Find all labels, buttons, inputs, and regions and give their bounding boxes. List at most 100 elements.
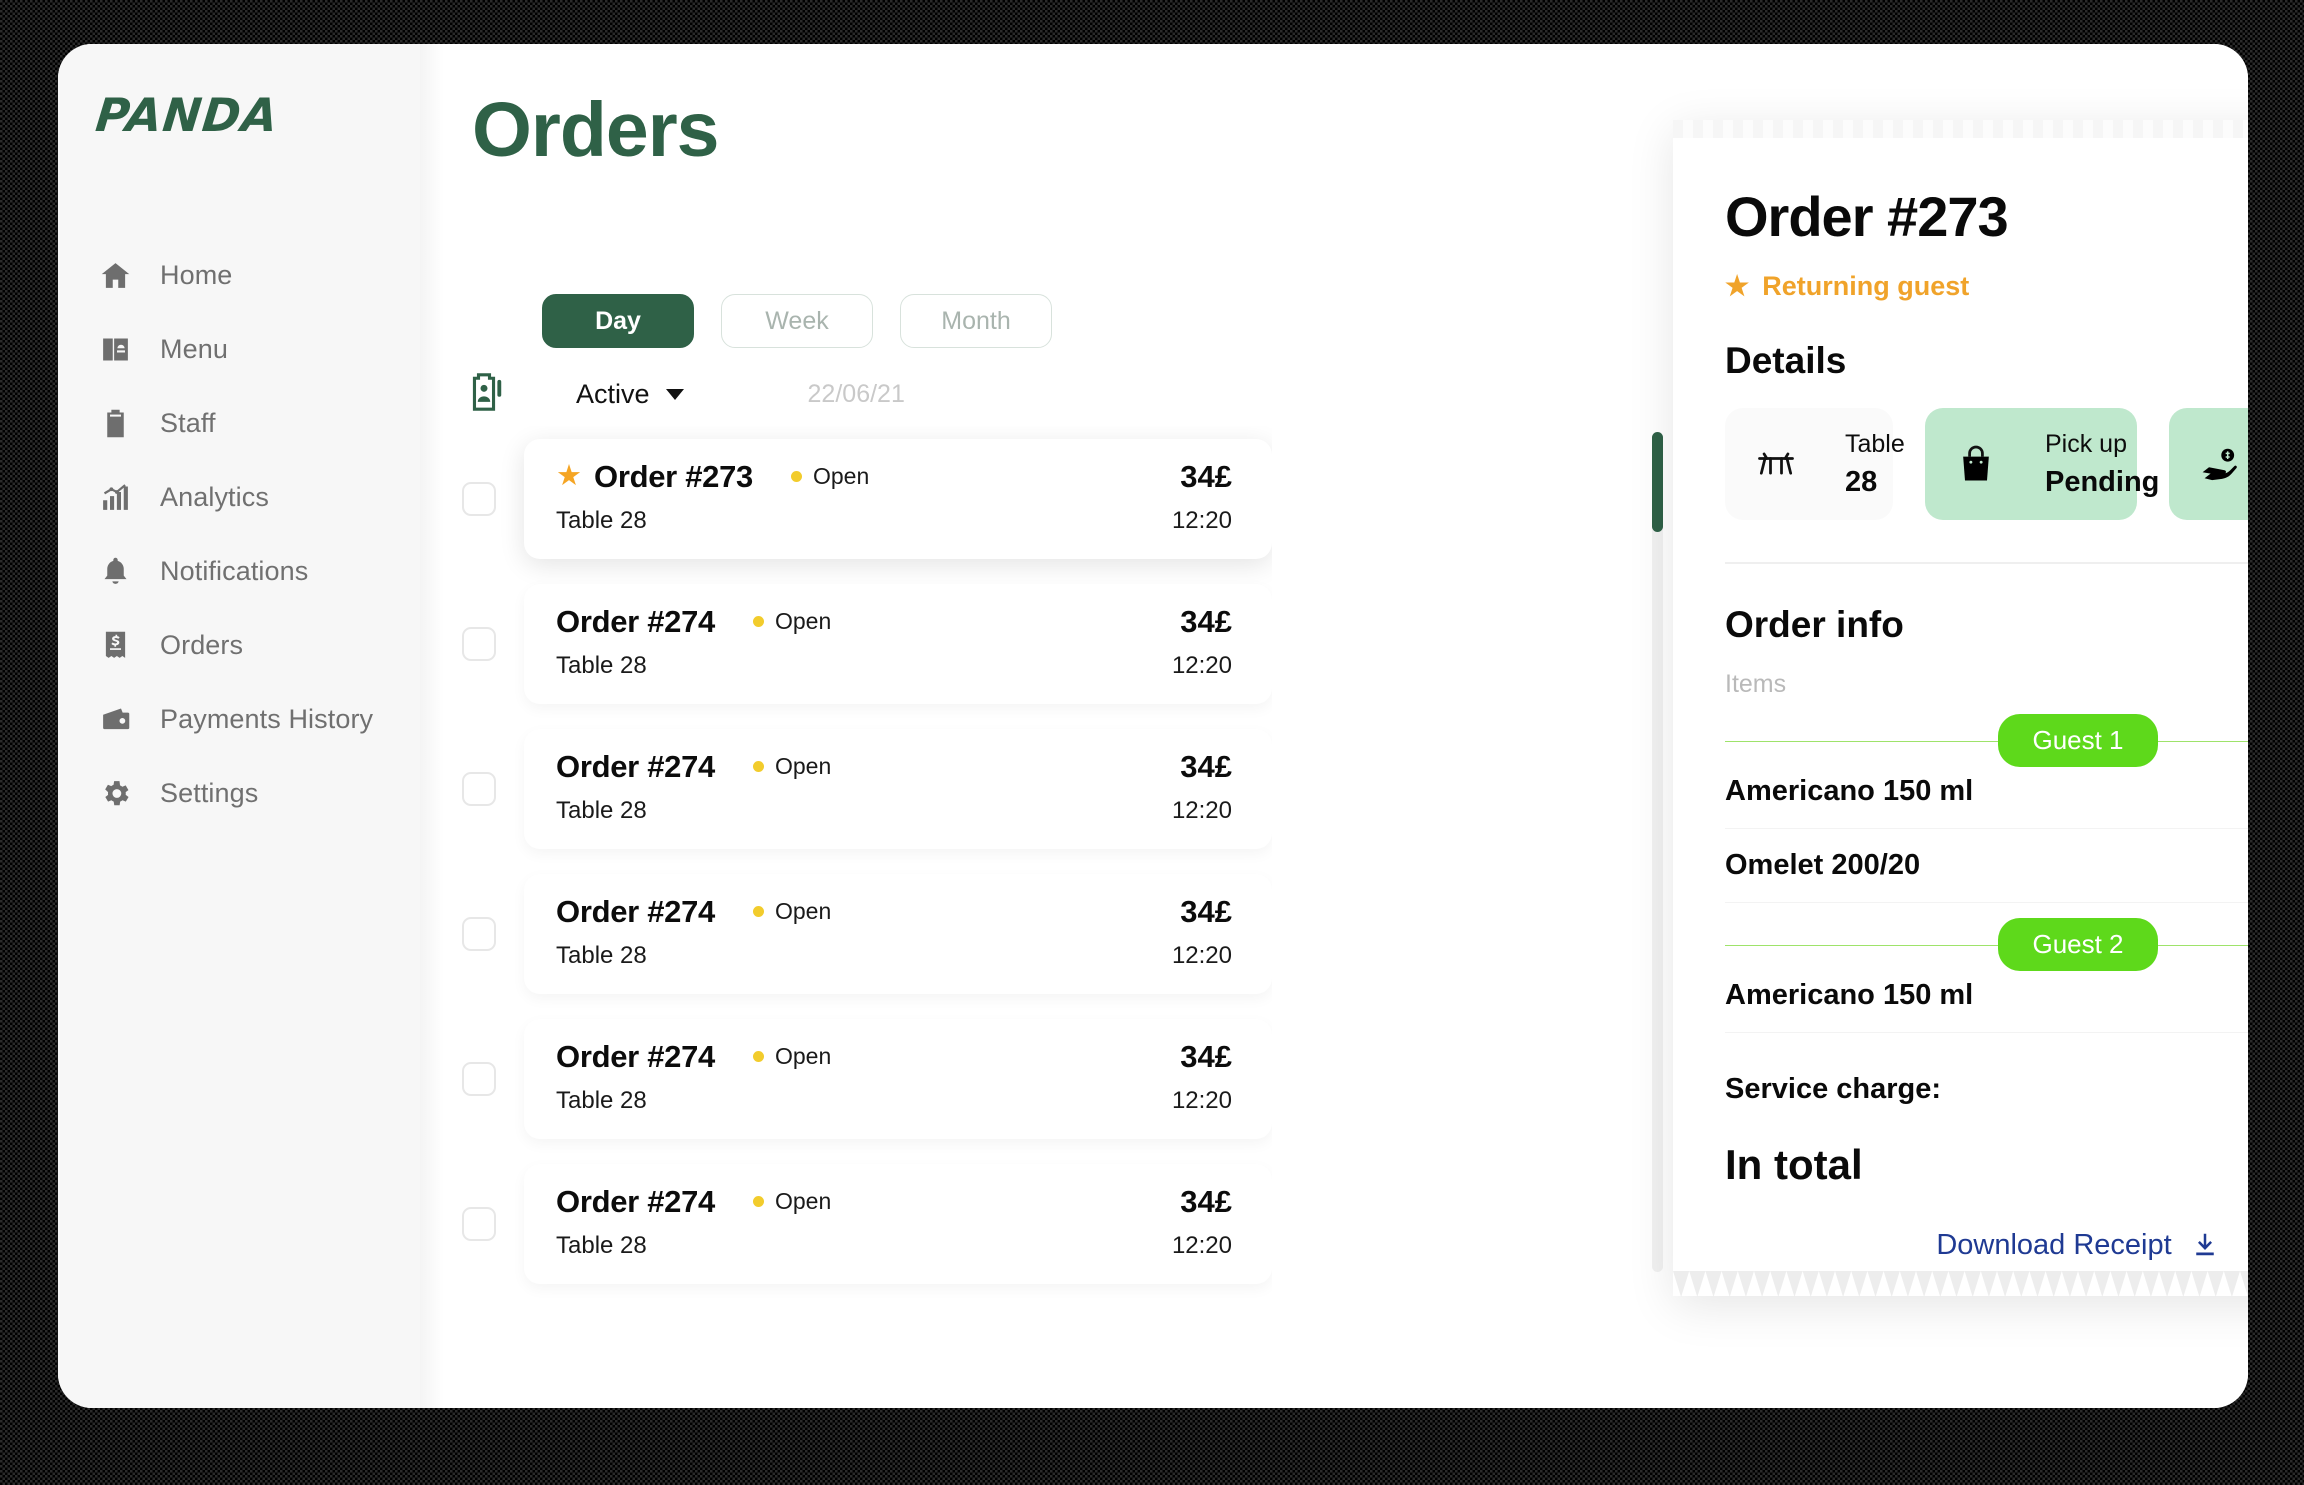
chip-pickup[interactable]: Pick up Pending	[1925, 408, 2159, 520]
order-row[interactable]: ★ Order #273 Open 34£ Table 28 12:20	[462, 426, 1272, 571]
order-status: Open	[753, 1188, 831, 1215]
tab-week[interactable]: Week	[721, 294, 873, 348]
sidebar-item-settings[interactable]: Settings	[58, 756, 420, 830]
tab-day[interactable]: Day	[542, 294, 694, 348]
sidebar-item-payments-history[interactable]: Payments History	[58, 682, 420, 756]
order-amount: 34£	[1180, 603, 1232, 639]
order-id: Order #274	[556, 893, 715, 929]
returning-guest-label: Returning guest	[1762, 271, 1970, 301]
guest-separator-line	[1725, 740, 2248, 742]
order-card[interactable]: Order #274 Open 34£ Table 28 12:20	[524, 583, 1272, 704]
bag-icon	[1951, 439, 2001, 489]
chip-value: Pending	[2045, 465, 2160, 498]
filter-date: 22/06/21	[807, 379, 905, 408]
sidebar-item-staff[interactable]: Staff	[58, 386, 420, 460]
order-item-name: Omelet 200/20	[1725, 848, 1921, 881]
order-info-title: Order info	[1725, 603, 1904, 645]
order-item-row: Americano 150 ml2£	[1725, 755, 2248, 829]
service-charge-label: Service charge:	[1725, 1073, 1942, 1105]
chip-payment[interactable]: Payment Pending	[2169, 408, 2248, 520]
order-id: Order #274	[556, 1183, 715, 1219]
order-row[interactable]: Order #274 Open 34£ Table 28 12:20	[462, 716, 1272, 861]
service-charge-row: Service charge: 12£	[1725, 1053, 2248, 1127]
chip-key: Table	[1845, 429, 1905, 458]
order-status: Open	[753, 608, 831, 635]
details-title: Details	[1725, 340, 1847, 381]
items-table-header: Items Price	[1725, 670, 2248, 699]
order-status-label: Open	[775, 608, 832, 634]
order-card[interactable]: ★ Order #273 Open 34£ Table 28 12:20	[524, 438, 1272, 559]
sidebar-item-label: Staff	[160, 407, 216, 438]
order-time: 12:20	[1171, 1086, 1232, 1114]
order-id: Order #273	[594, 458, 753, 494]
returning-guest-tag: ★ Returning guest	[1725, 271, 2248, 302]
guest-separator-line	[1725, 944, 2248, 946]
order-card[interactable]: Order #274 Open 34£ Table 28 12:20	[524, 728, 1272, 849]
order-time: 12:20	[1171, 941, 1232, 969]
download-receipt-label: Download Receipt	[1936, 1228, 2172, 1261]
scrollbar-thumb[interactable]	[1652, 432, 1663, 532]
order-time: 12:20	[1171, 1231, 1232, 1259]
order-status-label: Open	[775, 898, 832, 924]
table-icon	[1751, 439, 1801, 489]
order-row[interactable]: Order #274 Open 34£ Table 28 12:20	[462, 861, 1272, 1006]
order-amount: 34£	[1180, 748, 1232, 784]
order-amount: 34£	[1180, 1038, 1232, 1074]
guest-pill: Guest 1	[1998, 714, 2158, 767]
sidebar-item-notifications[interactable]: Notifications	[58, 534, 420, 608]
chip-value: 28	[1845, 465, 1878, 498]
order-status-label: Open	[775, 753, 832, 779]
order-status: Open	[753, 1043, 831, 1070]
menu-book-icon	[96, 330, 134, 368]
total-row: In total 24£	[1725, 1141, 2248, 1189]
tab-month[interactable]: Month	[900, 294, 1052, 348]
order-select-checkbox[interactable]	[462, 771, 496, 806]
status-dot-icon	[753, 1051, 764, 1062]
order-status-label: Open	[775, 1188, 832, 1214]
status-dot-icon	[791, 471, 802, 482]
order-table: Table 28	[556, 1086, 647, 1114]
sidebar-item-analytics[interactable]: Analytics	[58, 460, 420, 534]
bell-icon	[96, 552, 134, 590]
order-select-checkbox[interactable]	[462, 916, 496, 951]
order-card[interactable]: Order #274 Open 34£ Table 28 12:20	[524, 1163, 1272, 1284]
clipboard-person-icon[interactable]	[462, 370, 510, 418]
sidebar-item-label: Payments History	[160, 703, 374, 734]
order-time: 12:20	[1171, 506, 1232, 534]
status-dot-icon	[753, 616, 764, 627]
order-item-row: Americano 150 ml2£	[1725, 959, 2248, 1033]
order-id: Order #274	[556, 1038, 715, 1074]
detail-chip-row: Table 28 Pick up Pending	[1725, 408, 2248, 520]
sidebar-item-home[interactable]: Home	[58, 238, 420, 312]
order-select-checkbox[interactable]	[462, 481, 496, 516]
order-card[interactable]: Order #274 Open 34£ Table 28 12:20	[524, 873, 1272, 994]
chip-key: Pick up	[2045, 429, 2127, 458]
order-row[interactable]: Order #274 Open 34£ Table 28 12:20	[462, 571, 1272, 716]
order-select-checkbox[interactable]	[462, 626, 496, 661]
order-list[interactable]: ★ Order #273 Open 34£ Table 28 12:20 Order #27…	[462, 426, 1272, 1358]
status-dot-icon	[753, 761, 764, 772]
sidebar-item-menu[interactable]: Menu	[58, 312, 420, 386]
sidebar-item-label: Orders	[160, 629, 244, 660]
order-list-scrollbar[interactable]	[1652, 432, 1663, 1272]
favorite-star-icon: ★	[556, 460, 582, 492]
order-select-checkbox[interactable]	[462, 1206, 496, 1241]
order-time: 12:20	[1171, 651, 1232, 679]
order-detail-panel: Order #273 Closed ★ Returning guest Deta…	[1673, 120, 2248, 1297]
order-row[interactable]: Order #274 Open 34£ Table 28 12:20	[462, 1151, 1272, 1296]
hand-coin-icon	[2195, 439, 2245, 489]
order-status: Open	[753, 753, 831, 780]
filter-row: Active 22/06/21	[462, 370, 1342, 418]
brand-logo: PANDA	[93, 88, 282, 142]
chip-table[interactable]: Table 28	[1725, 408, 1905, 520]
sidebar-item-orders[interactable]: Orders	[58, 608, 420, 682]
receipt-bottom-edge	[1673, 1271, 2248, 1297]
status-filter-dropdown[interactable]: Active	[576, 379, 684, 410]
order-select-checkbox[interactable]	[462, 1061, 496, 1096]
sidebar-item-label: Analytics	[160, 481, 269, 512]
order-card[interactable]: Order #274 Open 34£ Table 28 12:20	[524, 1018, 1272, 1139]
order-row[interactable]: Order #274 Open 34£ Table 28 12:20	[462, 1006, 1272, 1151]
download-icon	[2190, 1230, 2220, 1260]
order-item-row: Omelet 200/2010£	[1725, 829, 2248, 903]
download-receipt-button[interactable]: Download Receipt	[1725, 1229, 2248, 1262]
